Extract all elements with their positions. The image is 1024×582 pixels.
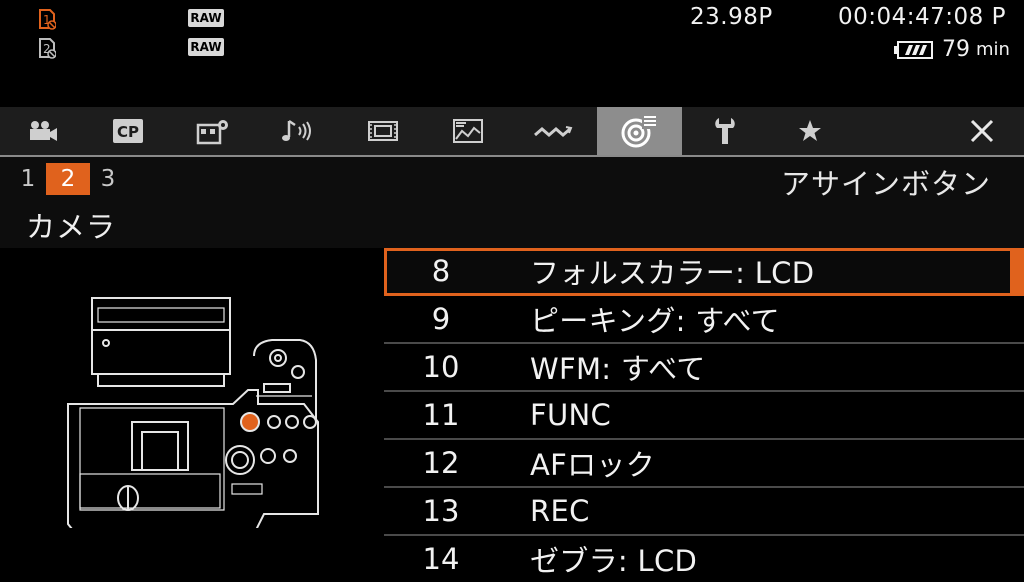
raw-format-badge-1: RAW bbox=[188, 9, 224, 27]
assign-button-list: 8 フォルスカラー: LCD 9 ピーキング: すべて 10 WFM: すべて … bbox=[384, 248, 1024, 582]
wireless-icon bbox=[533, 126, 572, 137]
item-number: 9 bbox=[431, 302, 451, 336]
item-label: FUNC bbox=[530, 398, 612, 432]
item-number: 13 bbox=[422, 494, 460, 528]
item-number: 12 bbox=[422, 446, 460, 480]
card-slot-1: 1 bbox=[38, 8, 56, 30]
audio-icon bbox=[281, 119, 311, 141]
list-item[interactable]: 12 AFロック bbox=[384, 440, 1024, 488]
tab-display[interactable] bbox=[425, 107, 510, 155]
item-number: 11 bbox=[422, 398, 460, 432]
tab-assign-button[interactable] bbox=[597, 107, 682, 155]
cp-icon: CP bbox=[112, 119, 143, 143]
tab-camera[interactable] bbox=[0, 107, 85, 155]
menu-tab-bar: CP bbox=[0, 107, 1024, 157]
close-icon bbox=[970, 119, 993, 143]
card-slot-1-icon: 1 bbox=[38, 8, 56, 30]
card-slot-2: 2 bbox=[38, 37, 56, 59]
svg-text:CP: CP bbox=[116, 123, 138, 141]
film-strip-icon bbox=[367, 121, 398, 141]
rec-settings-icon bbox=[196, 120, 228, 145]
battery-time: 79 bbox=[942, 37, 970, 62]
battery-unit: min bbox=[976, 39, 1010, 60]
menu-content: 8 フォルスカラー: LCD 9 ピーキング: すべて 10 WFM: すべて … bbox=[0, 248, 1024, 578]
camera-body-icon bbox=[67, 297, 319, 535]
assign-button-icon bbox=[621, 115, 658, 148]
menu-header: 1 2 3 アサインボタン カメラ bbox=[0, 157, 1024, 248]
tab-network[interactable] bbox=[510, 107, 595, 155]
battery-icon bbox=[894, 40, 933, 59]
tab-my-menu[interactable] bbox=[767, 107, 852, 155]
category-label: カメラ bbox=[26, 210, 117, 244]
list-item[interactable]: 13 REC bbox=[384, 488, 1024, 536]
item-number: 14 bbox=[422, 542, 460, 576]
page-3[interactable]: 3 bbox=[94, 163, 122, 195]
raw-format-badge-2: RAW bbox=[188, 38, 224, 56]
item-label: WFM: すべて bbox=[530, 352, 706, 386]
card-slot-2-icon: 2 bbox=[38, 37, 56, 59]
movie-camera-icon bbox=[29, 121, 57, 141]
list-item-selected[interactable]: 8 フォルスカラー: LCD bbox=[384, 248, 1024, 296]
item-label: ピーキング: すべて bbox=[530, 304, 780, 338]
list-item[interactable]: 9 ピーキング: すべて bbox=[384, 296, 1024, 344]
list-item[interactable]: 14 ゼブラ: LCD bbox=[384, 536, 1024, 582]
item-number: 10 bbox=[422, 350, 460, 384]
item-label: REC bbox=[530, 494, 590, 528]
item-label: AFロック bbox=[530, 448, 656, 482]
close-button[interactable] bbox=[939, 107, 1024, 155]
camera-illustration bbox=[58, 288, 328, 535]
tab-audio[interactable] bbox=[255, 107, 340, 155]
menu-title: アサインボタン bbox=[780, 167, 991, 201]
item-label: フォルスカラー: LCD bbox=[530, 256, 815, 290]
item-label: ゼブラ: LCD bbox=[530, 544, 698, 578]
page-1[interactable]: 1 bbox=[14, 163, 42, 195]
tab-custom-picture[interactable]: CP bbox=[85, 107, 170, 155]
page-2-current[interactable]: 2 bbox=[46, 163, 90, 195]
tab-playback[interactable] bbox=[340, 107, 425, 155]
page-indicator: 1 2 3 bbox=[14, 163, 122, 195]
wrench-icon bbox=[714, 118, 735, 144]
battery-indicator: 79 min bbox=[894, 37, 1010, 62]
frame-rate: 23.98P bbox=[690, 4, 773, 30]
tab-system[interactable] bbox=[682, 107, 767, 155]
tab-recording[interactable] bbox=[170, 107, 255, 155]
list-item[interactable]: 10 WFM: すべて bbox=[384, 344, 1024, 392]
timecode: 00:04:47:08 P bbox=[838, 4, 1006, 30]
list-item[interactable]: 11 FUNC bbox=[384, 392, 1024, 440]
monitor-icon bbox=[452, 119, 483, 143]
item-number: 8 bbox=[431, 254, 451, 288]
star-icon bbox=[798, 120, 821, 141]
status-bar: 1 2 RAW RAW 23.98P 00:04:47:08 P 79 min bbox=[0, 0, 1024, 107]
